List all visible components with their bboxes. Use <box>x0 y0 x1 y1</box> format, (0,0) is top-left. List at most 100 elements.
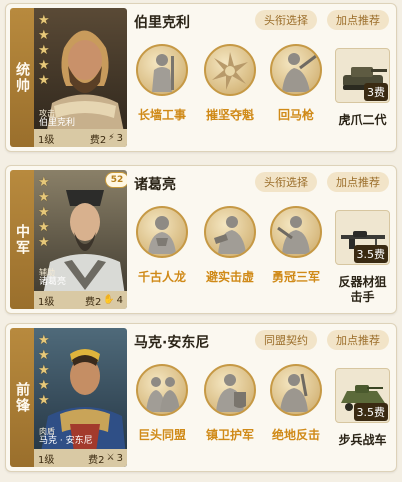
cost-label: 费2 <box>89 134 107 146</box>
role-strip: 中军 <box>10 170 34 309</box>
star-icon: ★ <box>38 363 50 378</box>
role-strip: 统帅 <box>10 8 34 147</box>
hero-name: 诸葛亮 <box>134 177 176 193</box>
equipment-cost: 3.5费 <box>353 403 388 421</box>
portrait-footer: 1级 费2 ⚔ 3 <box>34 449 127 467</box>
skill-slot[interactable]: 勇冠三军 <box>264 206 328 285</box>
equipment-slot[interactable]: 3.5费 步兵战车 <box>335 368 390 448</box>
star-icon: ★ <box>38 190 50 205</box>
star-rating: ★ ★ ★ ★ ★ <box>38 334 50 408</box>
equipment-cost: 3费 <box>364 83 388 101</box>
skill-label: 千古人龙 <box>137 270 186 284</box>
skill-slot[interactable]: 千古人龙 <box>130 206 194 285</box>
cost-label: 费2 <box>88 454 105 466</box>
level-label: 1级 <box>38 454 55 466</box>
cost-group: 费2 ⚔ 3 <box>88 451 123 466</box>
points-recommend-button[interactable]: 加点推荐 <box>327 10 389 30</box>
hero-portrait[interactable]: ★ ★ ★ ★ ★ 52 辅助 诸葛亮 1级 费2 ✋ 4 <box>34 170 127 309</box>
extra-value: 3 <box>116 132 123 144</box>
skill-slot[interactable]: 绝地反击 <box>264 364 328 443</box>
skill-slot[interactable]: 巨头同盟 <box>130 364 194 443</box>
skill-label: 摧坚夺魁 <box>205 108 254 122</box>
tank-icon: 3费 <box>335 48 390 103</box>
star-icon: ★ <box>38 235 50 250</box>
sage-skill-icon <box>136 206 188 258</box>
star-icon: ★ <box>38 58 50 73</box>
points-recommend-button[interactable]: 加点推荐 <box>327 172 389 192</box>
hero-card-pericles: 统帅 ★ ★ ★ ★ ★ 攻击 伯里克利 1级 费2 ⚡ 3 伯里克利 头衔选择… <box>5 3 397 152</box>
level-label: 1级 <box>38 134 55 146</box>
equipment-slot[interactable]: 3.5费 反器材狙击手 <box>335 210 390 305</box>
role-label: 前锋 <box>14 381 30 414</box>
equipment-label: 步兵战车 <box>338 433 387 447</box>
hand-icon: ✋ <box>103 295 115 305</box>
infantry-vehicle-icon: 3.5费 <box>335 368 390 423</box>
sniper-icon: 3.5费 <box>335 210 390 265</box>
warrior-skill-icon <box>270 206 322 258</box>
skill-label: 回马枪 <box>277 108 314 122</box>
star-icon: ★ <box>38 220 50 235</box>
hero-portrait[interactable]: ★ ★ ★ ★ ★ 攻击 伯里克利 1级 费2 ⚡ 3 <box>34 8 127 147</box>
soldier-skill-icon <box>136 44 188 96</box>
star-icon: ★ <box>38 43 50 58</box>
counterattack-skill-icon <box>270 364 322 416</box>
alliance-skill-icon <box>136 364 188 416</box>
bolt-icon: ⚡ <box>108 133 115 143</box>
skill-slot[interactable]: 避实击虚 <box>198 206 262 285</box>
hero-portrait[interactable]: ★ ★ ★ ★ ★ 肉盾 马克 · 安东尼 1级 费2 ⚔ 3 <box>34 328 127 467</box>
points-recommend-button[interactable]: 加点推荐 <box>327 330 389 350</box>
star-rating: ★ ★ ★ ★ ★ <box>38 14 50 88</box>
hero-card-zhuge-liang: 中军 ★ ★ ★ ★ ★ 52 辅助 诸葛亮 1级 费2 ✋ 4 诸葛亮 头衔选… <box>5 165 397 314</box>
cost-group: 费2 ⚡ 3 <box>90 131 123 146</box>
title-select-button[interactable]: 头衔选择 <box>255 10 317 30</box>
title-select-button[interactable]: 头衔选择 <box>255 172 317 192</box>
guard-skill-icon <box>204 364 256 416</box>
skill-label: 巨头同盟 <box>137 428 186 442</box>
star-icon: ★ <box>38 378 50 393</box>
skill-slot[interactable]: 长墙工事 <box>130 44 194 123</box>
level-label: 1级 <box>38 296 55 308</box>
equipment-label: 虎爪二代 <box>338 113 387 127</box>
impact-skill-icon <box>204 44 256 96</box>
portrait-footer: 1级 费2 ⚡ 3 <box>34 129 127 147</box>
hero-name: 马克·安东尼 <box>134 335 210 351</box>
star-icon: ★ <box>38 205 50 220</box>
equipment-label: 反器材狙击手 <box>338 275 387 304</box>
level-badge: 52 <box>105 172 127 188</box>
hero-card-mark-antony: 前锋 ★ ★ ★ ★ ★ 肉盾 马克 · 安东尼 1级 费2 ⚔ 3 马克·安东… <box>5 323 397 472</box>
portrait-hero-name: 马克 · 安东尼 <box>39 436 93 446</box>
skill-label: 绝地反击 <box>271 428 320 442</box>
equipment-slot[interactable]: 3费 虎爪二代 <box>335 48 390 128</box>
sword-icon: ⚔ <box>106 453 115 463</box>
alliance-pact-button[interactable]: 同盟契约 <box>255 330 317 350</box>
skill-slot[interactable]: 摧坚夺魁 <box>198 44 262 123</box>
portrait-footer: 1级 费2 ✋ 4 <box>34 291 127 309</box>
star-icon: ★ <box>38 73 50 88</box>
hero-name: 伯里克利 <box>134 15 190 31</box>
star-icon: ★ <box>38 393 50 408</box>
star-rating: ★ ★ ★ ★ ★ <box>38 176 50 250</box>
star-icon: ★ <box>38 175 50 190</box>
skill-label: 避实击虚 <box>205 270 254 284</box>
cavalry-skill-icon <box>270 44 322 96</box>
cost-group: 费2 ✋ 4 <box>85 293 123 308</box>
extra-value: 3 <box>116 452 123 464</box>
skill-label: 勇冠三军 <box>271 270 320 284</box>
strategist-skill-icon <box>204 206 256 258</box>
star-icon: ★ <box>38 28 50 43</box>
equipment-cost: 3.5费 <box>353 245 388 263</box>
skill-label: 长墙工事 <box>137 108 186 122</box>
star-icon: ★ <box>38 333 50 348</box>
star-icon: ★ <box>38 13 50 28</box>
extra-value: 4 <box>116 294 123 306</box>
role-label: 统帅 <box>14 61 30 94</box>
star-icon: ★ <box>38 348 50 363</box>
role-strip: 前锋 <box>10 328 34 467</box>
skill-label: 镇卫护军 <box>205 428 254 442</box>
cost-label: 费2 <box>85 296 102 308</box>
portrait-hero-name: 诸葛亮 <box>39 277 67 287</box>
portrait-hero-name: 伯里克利 <box>39 118 76 128</box>
skill-slot[interactable]: 镇卫护军 <box>198 364 262 443</box>
skill-slot[interactable]: 回马枪 <box>264 44 328 123</box>
role-label: 中军 <box>14 223 30 256</box>
